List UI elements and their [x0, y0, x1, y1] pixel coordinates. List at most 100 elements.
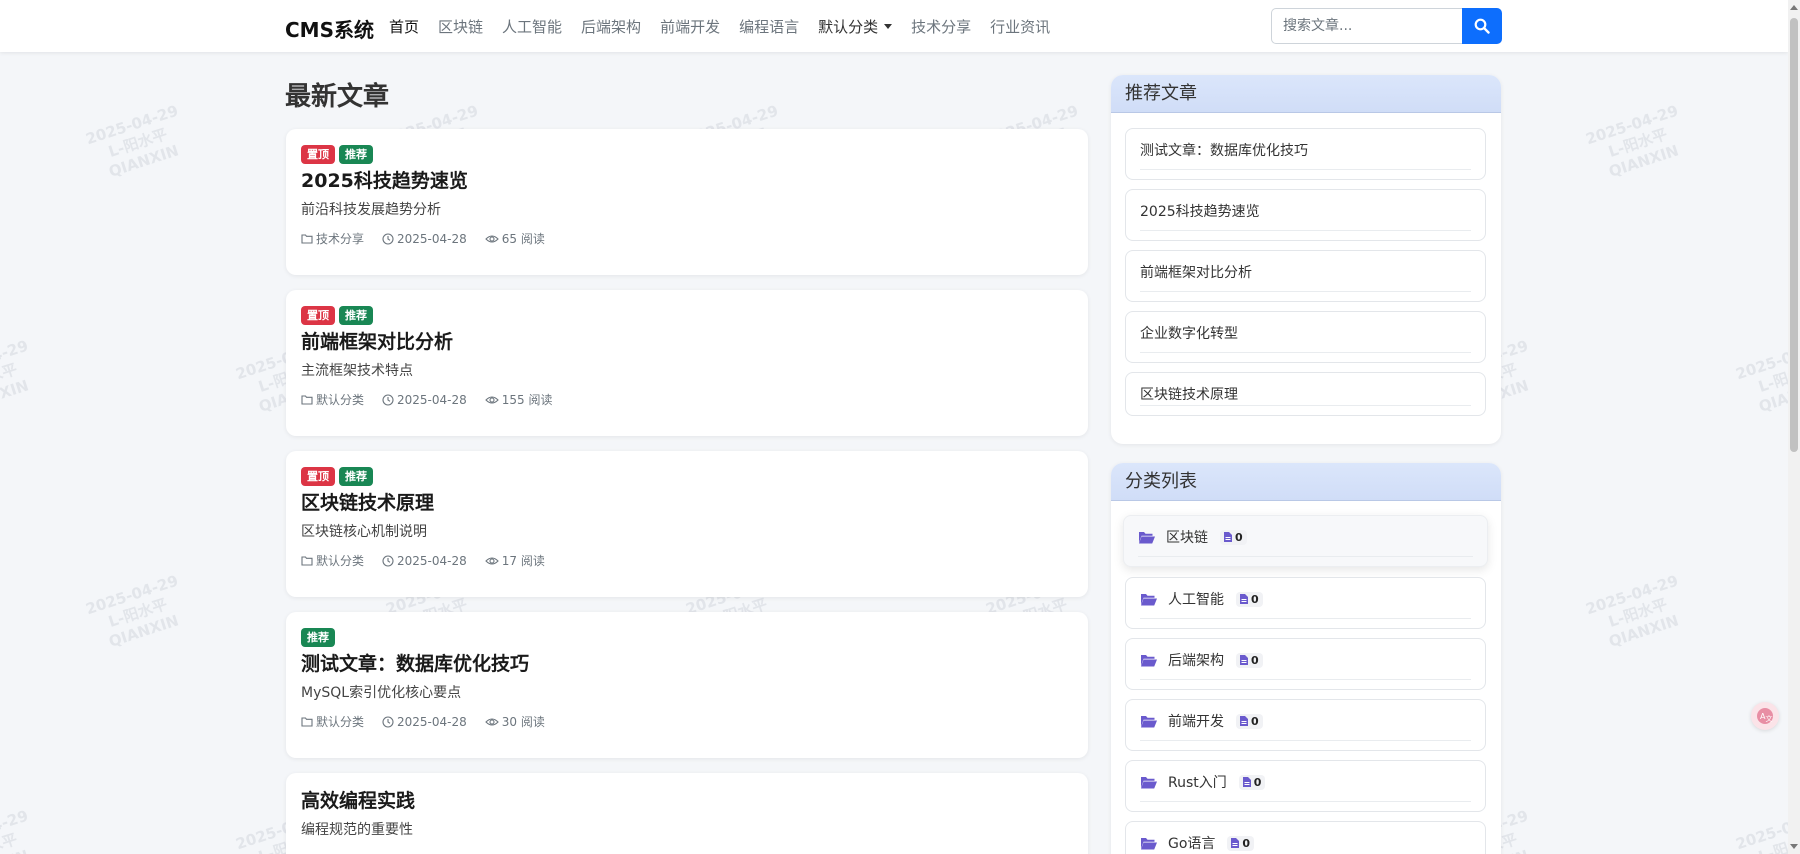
watermark-line: QIANXIN [106, 141, 181, 181]
nav-dropdown-default-category[interactable]: 默认分类 [818, 16, 893, 37]
brand-logo[interactable]: CMS系统 [285, 14, 374, 43]
article-description: 前沿科技发展趋势分析 [301, 202, 441, 218]
scroll-down-arrow-icon[interactable] [1790, 844, 1798, 849]
nav-link-home[interactable]: 首页 [389, 16, 419, 37]
nav-link-backend[interactable]: 后端架构 [581, 16, 641, 37]
folder-open-icon [1141, 716, 1157, 728]
folder-icon [301, 395, 313, 405]
floating-translate-button[interactable]: A文 [1751, 702, 1779, 730]
badge-pinned: 置顶 [301, 306, 335, 325]
search-button[interactable] [1462, 8, 1502, 44]
category-item[interactable]: Rust入门 0 [1125, 760, 1486, 812]
watermark-line: QIANXIN [0, 376, 31, 416]
article-card[interactable]: 置顶 推荐 区块链技术原理 区块链核心机制说明 默认分类 2025-04-28 … [286, 451, 1088, 597]
section-title: 最新文章 [285, 82, 390, 112]
categories-panel: 分类列表 区块链 0 人工智能 0 后端架构 0 前端开发 0 Rust入门 0… [1111, 463, 1501, 854]
svg-text:文: 文 [1766, 714, 1773, 723]
category-count: 0 [1253, 775, 1262, 789]
translate-icon: A文 [1757, 708, 1773, 724]
category-item[interactable]: 区块链 0 [1123, 515, 1488, 567]
watermark-text: 2025-04-29L-阳水平QIANXIN [84, 572, 193, 656]
article-meta: 默认分类 2025-04-28 30 阅读 [301, 713, 1072, 730]
file-icon [1240, 594, 1248, 604]
nav-link-blockchain[interactable]: 区块链 [438, 16, 483, 37]
article-title[interactable]: 区块链技术原理 [301, 490, 1072, 516]
recommended-article-link[interactable]: 测试文章：数据库优化技巧 [1125, 128, 1486, 180]
badge-recommended: 推荐 [339, 467, 373, 486]
article-card[interactable]: 置顶 推荐 前端框架对比分析 主流框架技术特点 默认分类 2025-04-28 … [286, 290, 1088, 436]
article-title[interactable]: 高效编程实践 [301, 788, 1072, 814]
clock-icon [382, 232, 394, 245]
category-count: 0 [1251, 592, 1259, 606]
nav-dropdown-label: 默认分类 [818, 18, 879, 36]
article-title[interactable]: 前端框架对比分析 [301, 329, 1072, 355]
file-icon [1224, 532, 1232, 542]
nav-link-programming[interactable]: 编程语言 [739, 16, 799, 37]
article-date: 2025-04-28 [382, 554, 467, 568]
article-description: 区块链核心机制说明 [301, 524, 427, 540]
category-item[interactable]: Go语言 0 [1125, 821, 1486, 854]
category-item[interactable]: 后端架构 0 [1125, 638, 1486, 690]
watermark-line: 2025-04-29 [83, 571, 181, 619]
badge-recommended: 推荐 [301, 628, 335, 647]
article-category-label: 默认分类 [316, 554, 365, 568]
article-badges: 置顶 推荐 [301, 467, 1072, 487]
watermark-text: 2025-04-29L-阳水平QIANXIN [1584, 102, 1693, 186]
scroll-thumb[interactable] [1790, 18, 1798, 452]
watermark-line: 2025-04-29 [0, 336, 31, 384]
eye-icon [484, 717, 499, 726]
search-input[interactable] [1271, 8, 1462, 44]
article-meta: 默认分类 2025-04-28 17 阅读 [301, 552, 1072, 569]
nav-link-frontend[interactable]: 前端开发 [660, 16, 720, 37]
article-views: 65 阅读 [484, 230, 545, 247]
folder-open-icon [1141, 655, 1157, 667]
article-card[interactable]: 高效编程实践 编程规范的重要性 [286, 773, 1088, 854]
recommended-article-link[interactable]: 企业数字化转型 [1125, 311, 1486, 363]
article-category[interactable]: 技术分享 [301, 230, 364, 247]
categories-panel-title: 分类列表 [1111, 463, 1501, 501]
clock-icon [382, 715, 394, 728]
folder-open-icon [1141, 594, 1157, 606]
category-count-badge: 0 [1236, 652, 1263, 668]
watermark-line: L-阳水平 [1606, 125, 1670, 161]
category-item[interactable]: 人工智能 0 [1125, 577, 1486, 629]
scroll-up-arrow-icon[interactable] [1790, 5, 1798, 10]
watermark-line: QIANXIN [1606, 611, 1681, 651]
article-title[interactable]: 2025科技趋势速览 [301, 168, 1072, 194]
category-name: 后端架构 [1168, 653, 1224, 669]
article-date: 2025-04-28 [382, 715, 467, 729]
page-scrollbar[interactable] [1788, 0, 1800, 854]
recommended-article-link[interactable]: 前端框架对比分析 [1125, 250, 1486, 302]
category-count-badge: 0 [1227, 835, 1255, 851]
folder-open-icon [1141, 838, 1157, 850]
category-item[interactable]: 前端开发 0 [1125, 699, 1486, 751]
category-count: 0 [1235, 530, 1243, 544]
nav-link-tech-share[interactable]: 技术分享 [911, 16, 971, 37]
recommended-article-link[interactable]: 区块链技术原理 [1125, 372, 1486, 416]
category-count-badge: 0 [1238, 774, 1266, 790]
article-card[interactable]: 置顶 推荐 2025科技趋势速览 前沿科技发展趋势分析 技术分享 2025-04… [286, 129, 1088, 275]
article-description: MySQL索引优化核心要点 [301, 685, 462, 701]
nav-link-industry-news[interactable]: 行业资讯 [990, 16, 1050, 37]
search-icon [1474, 18, 1490, 34]
category-name: 人工智能 [1168, 592, 1224, 608]
article-date-label: 2025-04-28 [397, 714, 467, 729]
search-form [1271, 8, 1502, 44]
clock-icon [382, 393, 394, 406]
nav-link-ai[interactable]: 人工智能 [502, 16, 562, 37]
article-views-label: 30 阅读 [501, 715, 545, 729]
category-name: 区块链 [1166, 530, 1208, 546]
recommended-panel: 推荐文章 测试文章：数据库优化技巧 2025科技趋势速览 前端框架对比分析 企业… [1111, 75, 1501, 444]
article-category[interactable]: 默认分类 [301, 713, 364, 730]
article-category-label: 默认分类 [316, 393, 365, 407]
badge-pinned: 置顶 [301, 467, 335, 486]
category-name: Go语言 [1168, 836, 1216, 852]
article-category[interactable]: 默认分类 [301, 552, 364, 569]
article-date-label: 2025-04-28 [397, 231, 467, 246]
article-category[interactable]: 默认分类 [301, 391, 364, 408]
article-title[interactable]: 测试文章：数据库优化技巧 [301, 651, 1072, 677]
article-views-label: 155 阅读 [501, 393, 553, 407]
article-description: 编程规范的重要性 [301, 822, 413, 838]
recommended-article-link[interactable]: 2025科技趋势速览 [1125, 189, 1486, 241]
article-card[interactable]: 推荐 测试文章：数据库优化技巧 MySQL索引优化核心要点 默认分类 2025-… [286, 612, 1088, 758]
